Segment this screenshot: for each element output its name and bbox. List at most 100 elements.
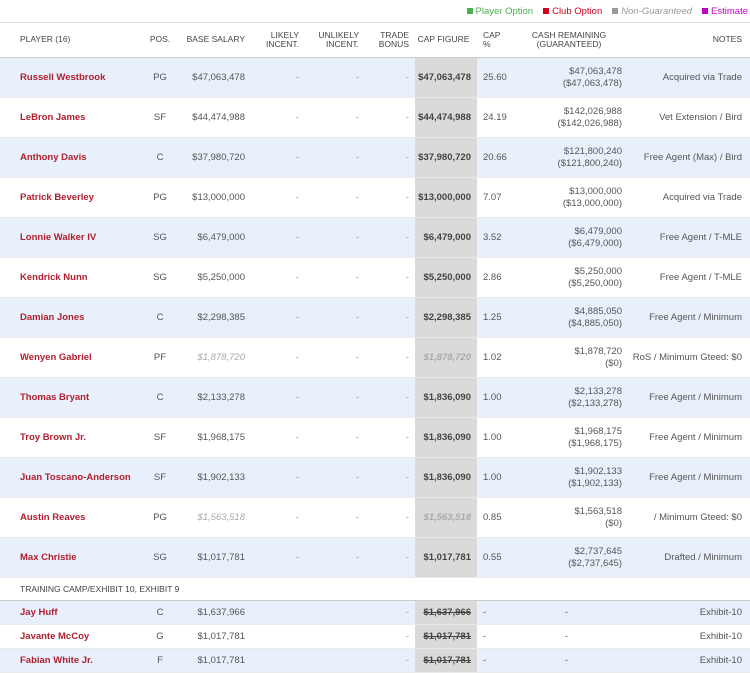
- cap-figure: $1,878,720: [415, 337, 477, 378]
- cash-total: $13,000,000: [569, 185, 622, 197]
- cash-guaranteed: ($47,063,478): [562, 77, 622, 89]
- player-name-link[interactable]: Juan Toscano-Anderson: [0, 457, 135, 498]
- player-name-link[interactable]: Damian Jones: [0, 297, 135, 338]
- cap-figure-struck: $1,637,966: [423, 606, 471, 618]
- cap-figure: $1,637,966: [415, 600, 477, 625]
- header-notes: NOTES: [628, 22, 750, 58]
- cash-remaining: -: [510, 624, 628, 649]
- player-pos: G: [135, 624, 185, 649]
- estimate-swatch-icon: [702, 8, 709, 14]
- legend-non-guaranteed: Non-Guaranteed: [612, 6, 692, 17]
- player-name-link[interactable]: Thomas Bryant: [0, 377, 135, 418]
- player-pos: PG: [135, 497, 185, 538]
- player-name-link[interactable]: Austin Reaves: [0, 497, 135, 538]
- table-row: Patrick Beverley PG $13,000,000- - - $13,000,…: [0, 177, 750, 218]
- player-name-link[interactable]: Max Christie: [0, 537, 135, 578]
- contract-notes: Free Agent / Minimum: [628, 377, 750, 418]
- player-pos: PG: [135, 177, 185, 218]
- trade-bonus: -: [365, 377, 415, 418]
- header-likely[interactable]: LIKELY INCENT.: [251, 22, 305, 58]
- player-name-link[interactable]: Wenyen Gabriel: [0, 337, 135, 378]
- header-trade[interactable]: TRADE BONUS: [365, 22, 415, 58]
- trade-bonus: -: [365, 137, 415, 178]
- cap-pct: 1.25: [477, 297, 510, 338]
- player-name-link[interactable]: LeBron James: [0, 97, 135, 138]
- trade-bonus: -: [365, 457, 415, 498]
- header-unlikely[interactable]: UNLIKELY INCENT.: [305, 22, 365, 58]
- cap-pct: 1.00: [477, 457, 510, 498]
- table-row: Damian Jones C $2,298,385- - - $2,298,385 1.25…: [0, 297, 750, 338]
- legend-estimate: Estimate: [702, 6, 748, 17]
- player-pos: SF: [135, 97, 185, 138]
- cash-total: $5,250,000: [574, 265, 622, 277]
- base-salary: $1,878,720: [185, 337, 251, 378]
- header-pos[interactable]: POS.: [135, 22, 185, 58]
- cash-guaranteed: ($4,885,050): [568, 317, 622, 329]
- player-name-link[interactable]: Lonnie Walker IV: [0, 217, 135, 258]
- cash-guaranteed: ($2,133,278): [568, 397, 622, 409]
- contract-notes: Free Agent / T-MLE: [628, 217, 750, 258]
- base-salary: $13,000,000: [185, 177, 251, 218]
- cap-figure: $37,980,720: [415, 137, 477, 178]
- table-row: Austin Reaves PG $1,563,518- - - $1,563,518 0.…: [0, 497, 750, 538]
- player-name-link[interactable]: Jay Huff: [0, 600, 135, 625]
- base-salary: $1,968,175: [185, 417, 251, 458]
- cap-pct: -: [477, 624, 510, 649]
- header-cash[interactable]: CASH REMAINING (GUARANTEED): [510, 22, 628, 58]
- player-pos: PF: [135, 337, 185, 378]
- cap-pct: -: [477, 600, 510, 625]
- header-base-salary[interactable]: BASE SALARY: [185, 22, 251, 58]
- cap-pct: 25.60: [477, 57, 510, 98]
- legend-player-option: Player Option: [466, 6, 533, 17]
- header-player[interactable]: PLAYER (16): [0, 22, 135, 58]
- player-pos: C: [135, 137, 185, 178]
- cash-remaining: $1,563,518 ($0): [510, 497, 628, 538]
- likely-incentive: [251, 600, 305, 625]
- likely-incentive: -: [251, 457, 305, 498]
- player-name-link[interactable]: Troy Brown Jr.: [0, 417, 135, 458]
- trade-bonus: -: [365, 537, 415, 578]
- header-cap-figure[interactable]: CAP FIGURE: [415, 22, 477, 58]
- player-pos: C: [135, 377, 185, 418]
- likely-incentive: -: [251, 337, 305, 378]
- cash-remaining: $5,250,000 ($5,250,000): [510, 257, 628, 298]
- likely-incentive: -: [251, 57, 305, 98]
- cap-figure: $1,017,781: [415, 648, 477, 673]
- trade-bonus: -: [365, 600, 415, 625]
- contract-notes: RoS / Minimum Gteed: $0: [628, 337, 750, 378]
- player-pos: SG: [135, 537, 185, 578]
- player-pos: SG: [135, 257, 185, 298]
- player-name-link[interactable]: Fabian White Jr.: [0, 648, 135, 673]
- trade-bonus: -: [365, 337, 415, 378]
- cap-pct: 1.00: [477, 377, 510, 418]
- cash-remaining: $13,000,000 ($13,000,000): [510, 177, 628, 218]
- cash-remaining: $1,902,133 ($1,902,133): [510, 457, 628, 498]
- player-name-link[interactable]: Anthony Davis: [0, 137, 135, 178]
- cash-guaranteed: ($0): [605, 357, 622, 369]
- cash-remaining: $1,968,175 ($1,968,175): [510, 417, 628, 458]
- unlikely-incentive: [305, 648, 365, 673]
- player-pos: F: [135, 648, 185, 673]
- player-pos: C: [135, 600, 185, 625]
- cap-pct: 20.66: [477, 137, 510, 178]
- cash-remaining: $2,133,278 ($2,133,278): [510, 377, 628, 418]
- cap-pct: 2.86: [477, 257, 510, 298]
- header-cap-pct[interactable]: CAP %: [477, 22, 510, 58]
- cap-figure: $44,474,988: [415, 97, 477, 138]
- contract-notes: / Minimum Gteed: $0: [628, 497, 750, 538]
- cash-total: $4,885,050: [574, 305, 622, 317]
- cash-remaining: $2,737,645 ($2,737,645): [510, 537, 628, 578]
- player-pos: C: [135, 297, 185, 338]
- player-pos: SF: [135, 417, 185, 458]
- cap-figure: $1,017,781: [415, 624, 477, 649]
- contract-notes: Exhibit-10: [628, 624, 750, 649]
- player-name-link[interactable]: Javante McCoy: [0, 624, 135, 649]
- unlikely-incentive: -: [305, 217, 365, 258]
- table-row: Max Christie SG $1,017,781- - - $1,017,781 0.5…: [0, 537, 750, 578]
- player-name-link[interactable]: Kendrick Nunn: [0, 257, 135, 298]
- player-name-link[interactable]: Patrick Beverley: [0, 177, 135, 218]
- player-name-link[interactable]: Russell Westbrook: [0, 57, 135, 98]
- unlikely-incentive: -: [305, 137, 365, 178]
- contract-notes: Free Agent / Minimum: [628, 457, 750, 498]
- likely-incentive: -: [251, 97, 305, 138]
